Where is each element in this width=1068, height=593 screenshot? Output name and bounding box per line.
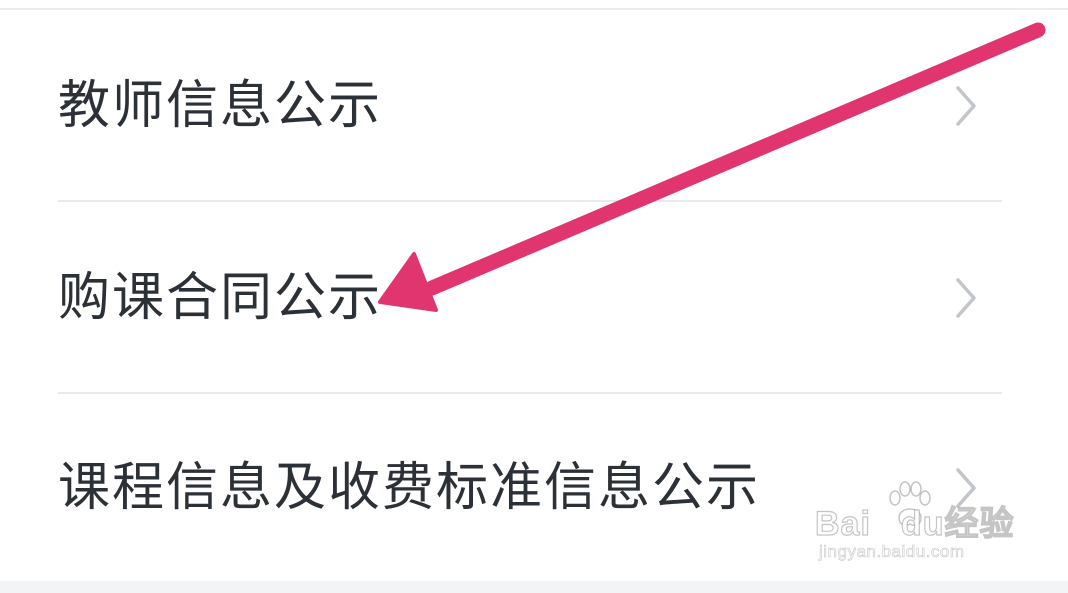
menu-item-label: 购课合同公示: [58, 268, 383, 328]
chevron-right-icon: [956, 278, 976, 318]
menu-item-teacher-info[interactable]: 教师信息公示: [0, 11, 1068, 201]
menu-item-purchase-contract[interactable]: 购课合同公示: [0, 203, 1068, 393]
bottom-band: [0, 581, 1068, 593]
row-divider: [58, 200, 1002, 202]
menu-item-label: 教师信息公示: [58, 76, 383, 136]
top-divider: [0, 8, 1068, 10]
row-divider: [58, 392, 1002, 394]
menu-item-label: 课程信息及收费标准信息公示: [58, 458, 761, 518]
chevron-right-icon: [956, 468, 976, 508]
screen: 教师信息公示 购课合同公示 课程信息及收费标准信息公示 Bai du经验 jin…: [0, 0, 1068, 593]
chevron-right-icon: [956, 86, 976, 126]
menu-item-course-fee-info[interactable]: 课程信息及收费标准信息公示: [0, 395, 1068, 581]
